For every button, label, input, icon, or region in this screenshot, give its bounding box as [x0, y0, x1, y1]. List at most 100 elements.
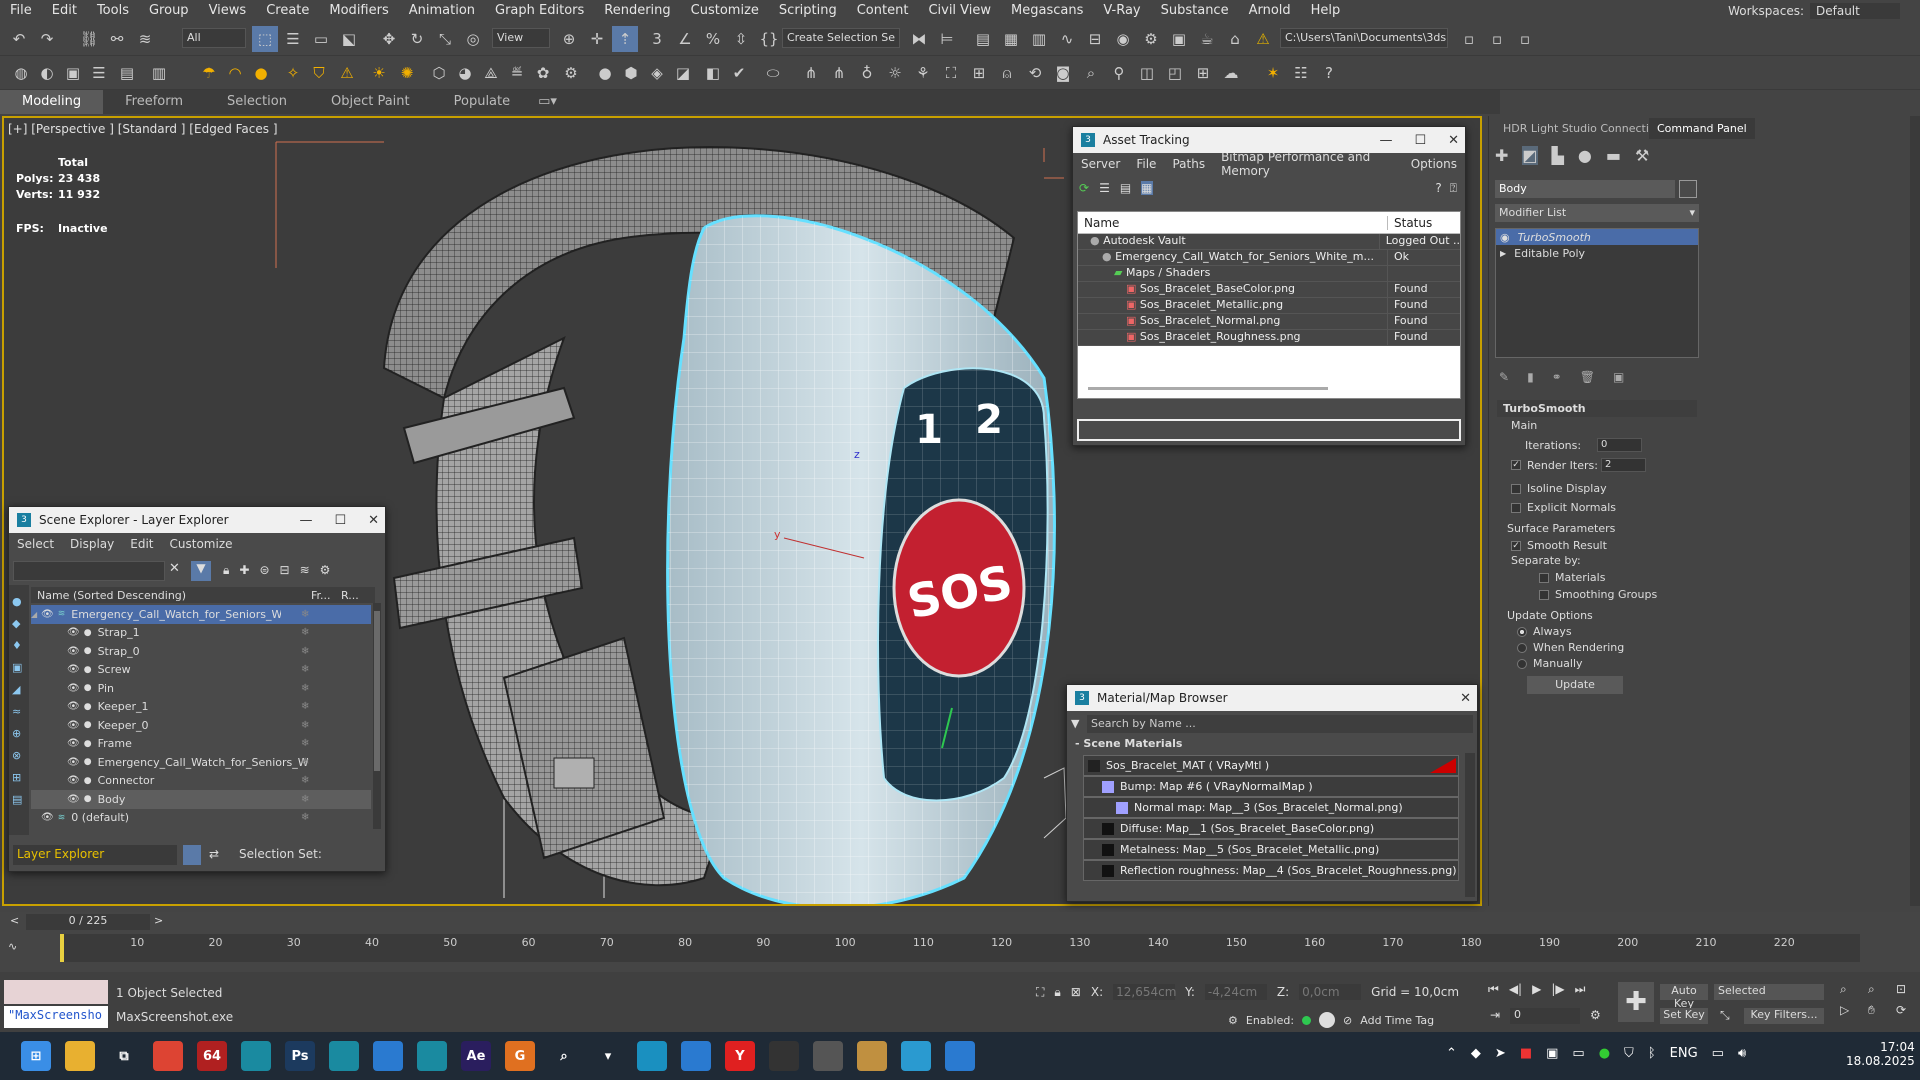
undo-icon[interactable]: ↶ — [6, 26, 32, 52]
calculator-icon[interactable] — [813, 1041, 843, 1071]
y-coordinate-field[interactable]: -4,24cm — [1204, 984, 1267, 1000]
asset-row[interactable]: ▣ Sos_Bracelet_Roughness.png Found — [1078, 330, 1460, 346]
vray-plane-icon[interactable]: ⟁ — [478, 60, 504, 86]
search-icon[interactable]: ⌕ — [1078, 60, 1104, 86]
freeze-icon[interactable]: ❄ — [301, 720, 309, 731]
help-icon[interactable]: ? — [1316, 60, 1342, 86]
time-config-icon[interactable]: ⚙ — [1590, 1008, 1601, 1022]
menu-civil-view[interactable]: Civil View — [918, 0, 1001, 22]
asset-row[interactable]: ▣ Sos_Bracelet_Normal.png Found — [1078, 314, 1460, 330]
tab-object-paint[interactable]: Object Paint — [309, 90, 432, 114]
vray-cosmos-icon[interactable]: ◈ — [644, 60, 670, 86]
bind-spacewarp-icon[interactable]: ≋ — [132, 26, 158, 52]
show-end-result-icon[interactable]: ▮ — [1527, 370, 1534, 384]
explicit-normals-checkbox[interactable] — [1511, 503, 1521, 513]
iterations-spinner[interactable]: 0 — [1597, 438, 1642, 452]
material-tree-item[interactable]: Bump: Map #6 ( VRayNormalMap ) — [1083, 776, 1459, 797]
cloud-icon[interactable]: ☁ — [1218, 60, 1244, 86]
tray-network-icon[interactable]: ▣ — [1546, 1046, 1558, 1061]
eye-icon[interactable]: 👁︎ — [41, 609, 54, 620]
motion-tab-icon[interactable]: ● — [1578, 146, 1592, 165]
list-icon[interactable]: ☷ — [1288, 60, 1314, 86]
scene-search-input[interactable] — [13, 561, 165, 581]
menu-scripting[interactable]: Scripting — [769, 0, 847, 22]
project-folder-dropdown[interactable]: C:\Users\Tani\Documents\3ds Max 2022 — [1280, 28, 1448, 48]
window-icon[interactable]: ◰ — [1162, 60, 1188, 86]
maximize-icon[interactable]: ☐ — [334, 513, 346, 528]
field-of-view-icon[interactable]: ▷ — [1840, 1003, 1862, 1018]
material-tree-item[interactable]: Metalness: Map__5 (Sos_Bracelet_Metallic… — [1083, 839, 1459, 860]
create-tab-icon[interactable]: ✚ — [1495, 146, 1508, 165]
eye-icon[interactable]: 👁︎ — [67, 738, 80, 749]
sparkle-icon[interactable]: ✶ — [1260, 60, 1286, 86]
menu-edit[interactable]: Edit — [122, 537, 161, 551]
display-tab-icon[interactable]: ▬ — [1606, 146, 1621, 165]
display-filter-icons[interactable]: ● ◆ ♦ ▣ ◢ ≈ ⊕ ⊗ ⊞ ▤ — [12, 591, 26, 811]
list-view-icon[interactable]: ☰ — [1099, 181, 1110, 195]
grid-view-icon[interactable]: ▦ — [1141, 181, 1153, 195]
key-mode-icon[interactable]: ⇥ — [1490, 1008, 1500, 1022]
menu-file[interactable]: File — [1128, 157, 1164, 171]
zoom-icon[interactable]: ⌕ — [1840, 982, 1862, 997]
task-view-icon[interactable]: ⧉ — [109, 1041, 139, 1071]
menu-megascans[interactable]: Megascans — [1001, 0, 1093, 22]
link-icon[interactable]: ⛓ — [76, 26, 102, 52]
freeze-icon[interactable]: ❄ — [301, 775, 309, 786]
reference-coordinate-dropdown[interactable]: View — [492, 28, 550, 48]
schematic-view-icon[interactable]: ⊟ — [1082, 26, 1108, 52]
play-icon[interactable]: ▶ — [1532, 982, 1541, 997]
material-browser-titlebar[interactable]: 3 Material/Map Browser ✕ — [1067, 685, 1477, 711]
volume-icon[interactable]: 🔊︎ — [1738, 1046, 1746, 1061]
layer-toggle-icon[interactable] — [183, 845, 201, 865]
move-icon[interactable]: ✥ — [376, 26, 402, 52]
maxscript-listener-pink[interactable] — [4, 980, 108, 1004]
asset-table-scrollbar[interactable] — [1088, 387, 1328, 390]
column-render-header[interactable]: R... — [341, 589, 359, 602]
language-indicator[interactable]: ENG — [1670, 1046, 1698, 1061]
eye-icon[interactable]: 👁︎ — [67, 664, 80, 675]
vray-settings-icon[interactable]: ▤ — [114, 60, 140, 86]
light-bulb-icon[interactable]: ♁ — [854, 60, 880, 86]
modifier-list-dropdown[interactable]: Modifier List ▾ — [1495, 204, 1699, 222]
monitor-icon[interactable]: ◙ — [1050, 60, 1076, 86]
column-name-header[interactable]: Name (Sorted Descending) — [31, 589, 311, 602]
material-search-input[interactable]: Search by Name ... — [1087, 715, 1473, 733]
unlink-icon[interactable]: ⚯ — [104, 26, 130, 52]
asset-status-header[interactable]: Status — [1388, 216, 1432, 230]
select-by-name-icon[interactable]: ☰ — [280, 26, 306, 52]
minimize-icon[interactable]: — — [299, 513, 312, 528]
playhead[interactable] — [60, 934, 64, 962]
eye-icon[interactable]: 👁︎ — [67, 627, 80, 638]
menu-views[interactable]: Views — [199, 0, 257, 22]
scene-tree-row[interactable]: 👁︎ ● Frame ❄ — [31, 735, 371, 754]
material-editor-icon[interactable]: ◉ — [1110, 26, 1136, 52]
manually-radio[interactable] — [1517, 659, 1527, 669]
time-tag-icon[interactable]: ⊘ — [1343, 1014, 1352, 1027]
bell-icon[interactable]: ⍝ — [994, 60, 1020, 86]
eye-icon[interactable]: ◉ — [1500, 231, 1510, 244]
3dsmax-icon[interactable] — [241, 1041, 271, 1071]
redo-icon[interactable]: ↷ — [34, 26, 60, 52]
vray-sky-icon[interactable]: ✺ — [394, 60, 420, 86]
track-bar[interactable]: 10 20 30 40 50 60 70 80 90 100 110 120 130 140 150 160 1… — [60, 934, 1860, 962]
vray-sphere-icon[interactable]: ◕ — [452, 60, 478, 86]
app-icon[interactable] — [329, 1041, 359, 1071]
spinner-snap-icon[interactable]: ⇳ — [728, 26, 754, 52]
zoom-extents-icon[interactable]: ⊡ — [1896, 982, 1918, 997]
refresh-icon[interactable]: ⟳ — [1079, 181, 1089, 195]
rect-selection-icon[interactable]: ▭ — [308, 26, 334, 52]
scene-tree-row[interactable]: 👁︎ ● Pin ❄ — [31, 679, 371, 698]
freeze-icon[interactable]: ❄ — [301, 757, 309, 768]
mirror-icon[interactable]: ⧓ — [906, 26, 932, 52]
viewport-label[interactable]: [+] [Perspective ] [Standard ] [Edged Fa… — [8, 122, 278, 136]
material-browser-scrollbar[interactable] — [1465, 753, 1475, 897]
always-radio[interactable] — [1517, 627, 1527, 637]
maxscript-listener[interactable]: "MaxScreensho — [4, 1006, 108, 1028]
menu-graph-editors[interactable]: Graph Editors — [485, 0, 594, 22]
next-frame-icon[interactable]: > — [154, 914, 163, 927]
window-crossing-icon[interactable]: ⬕ — [336, 26, 362, 52]
vray-material-icon[interactable]: ● — [592, 60, 618, 86]
scale-icon[interactable]: ⤡ — [432, 26, 458, 52]
edit-named-selection-icon[interactable]: {} — [756, 26, 782, 52]
current-frame-field[interactable]: 0 — [1510, 1008, 1580, 1024]
